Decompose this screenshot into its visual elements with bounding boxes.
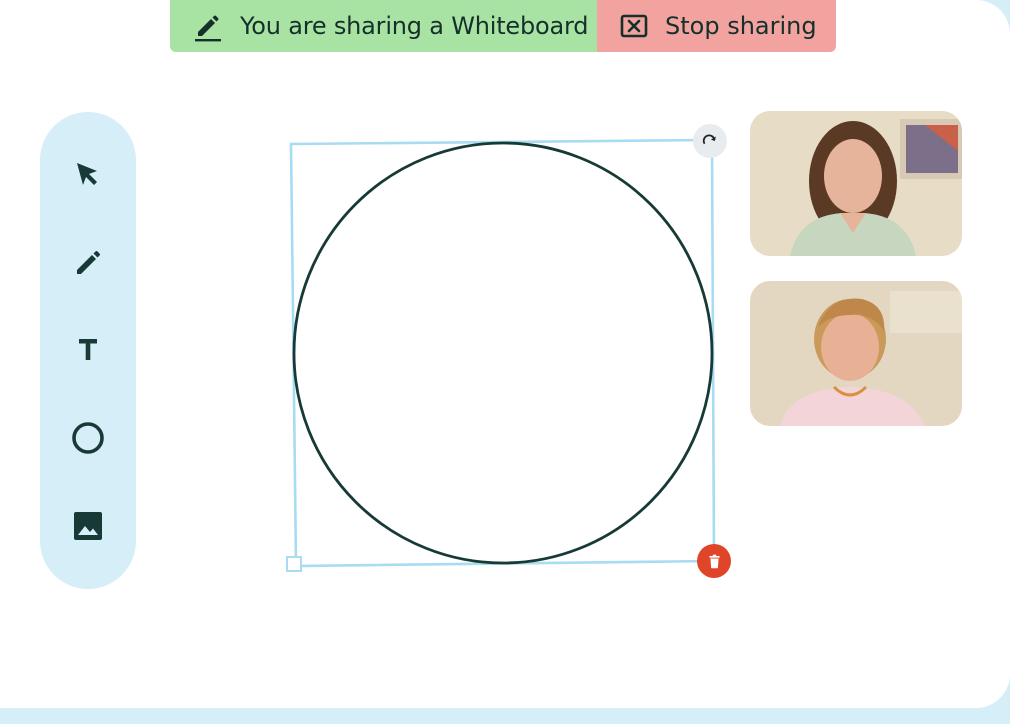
selected-shape[interactable] [280,120,750,590]
resize-handle[interactable] [286,556,302,572]
select-tool-button[interactable] [68,155,108,195]
shape-tool-button[interactable] [68,418,108,458]
participant-avatar [750,111,962,256]
text-tool-button[interactable] [68,329,108,369]
rotate-handle[interactable] [693,124,727,158]
trash-icon [708,554,720,568]
share-status: You are sharing a Whiteboard [170,0,597,52]
text-icon [79,339,97,360]
pencil-icon [192,10,224,42]
canvas-corner [970,0,1010,40]
circle-icon [72,422,104,454]
participant-video-2[interactable] [750,281,962,426]
pencil-icon [77,251,100,274]
image-tool-button[interactable] [68,506,108,546]
pen-tool-button[interactable] [68,243,108,283]
image-icon [74,512,102,540]
delete-shape-button[interactable] [697,544,731,578]
share-status-label: You are sharing a Whiteboard [240,12,589,40]
cursor-icon [77,163,97,185]
close-box-icon [619,11,649,41]
rotate-icon [702,134,716,145]
stop-sharing-button[interactable]: Stop sharing [597,0,836,52]
participant-video-1[interactable] [750,111,962,256]
share-banner: You are sharing a Whiteboard Stop sharin… [170,0,836,52]
stop-sharing-label: Stop sharing [665,12,817,40]
circle-shape[interactable] [292,141,714,565]
participant-avatar [750,281,962,426]
tool-palette [40,112,136,589]
